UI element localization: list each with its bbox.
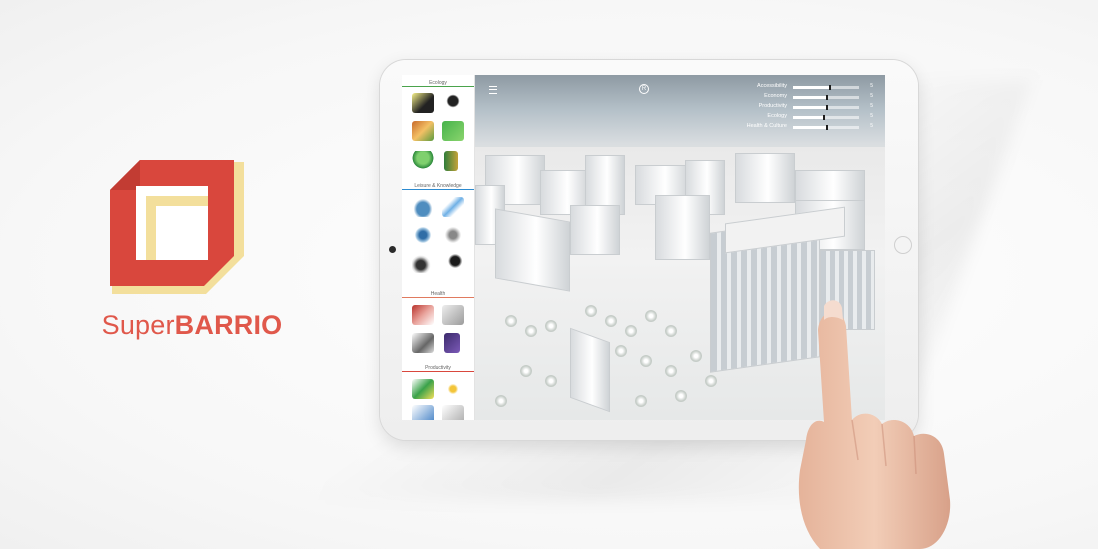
- metric-row: Productivity 5: [725, 103, 875, 112]
- tool-pool-icon[interactable]: [442, 197, 464, 217]
- tool-gym-icon[interactable]: [412, 333, 434, 353]
- building: [570, 327, 610, 413]
- home-button[interactable]: [894, 236, 912, 254]
- building: [655, 195, 710, 260]
- superbarrio-logo-mark: [110, 160, 244, 294]
- tool-green-surface-icon[interactable]: [442, 121, 464, 141]
- metrics-panel: Accessibility 5 Economy 5 Productivity 5 Ecolo…: [725, 83, 875, 133]
- brand-name: SuperBARRIO: [92, 310, 292, 341]
- tool-turbine-icon[interactable]: [412, 405, 434, 420]
- building: [495, 208, 570, 292]
- brand-name-light: Super: [101, 310, 175, 340]
- brand-name-bold: BARRIO: [174, 310, 283, 340]
- metric-slider-thumb[interactable]: [826, 125, 828, 130]
- metric-slider[interactable]: [793, 95, 859, 100]
- tool-bench-icon[interactable]: [442, 305, 464, 325]
- building: [735, 153, 795, 203]
- metric-row: Economy 5: [725, 93, 875, 102]
- tool-network-icon[interactable]: [442, 379, 464, 399]
- metric-row: Accessibility 5: [725, 83, 875, 92]
- camera-icon: [389, 246, 396, 253]
- tool-garden-box-icon[interactable]: [412, 121, 434, 141]
- tool-lamp-icon[interactable]: [442, 93, 464, 113]
- tool-kiosk-icon[interactable]: [412, 253, 434, 273]
- reset-view-icon[interactable]: R: [639, 84, 649, 94]
- tool-green-roof-icon[interactable]: [412, 93, 434, 113]
- metric-label: Accessibility: [757, 83, 787, 89]
- metric-slider-thumb[interactable]: [829, 85, 832, 90]
- metric-slider-thumb[interactable]: [826, 95, 828, 100]
- tool-screen-icon[interactable]: [444, 333, 460, 353]
- metric-slider-thumb[interactable]: [822, 115, 825, 120]
- metric-slider[interactable]: [793, 115, 859, 120]
- building: [570, 205, 620, 255]
- tool-dome-icon[interactable]: [412, 197, 434, 217]
- metric-value: 5: [870, 103, 873, 109]
- metric-label: Economy: [764, 93, 787, 99]
- metric-label: Productivity: [758, 103, 787, 109]
- tool-sculpture-icon[interactable]: [442, 225, 464, 245]
- superbarrio-logo: SuperBARRIO: [92, 150, 282, 350]
- tool-workshop-icon[interactable]: [442, 405, 464, 420]
- metric-value: 5: [870, 113, 873, 119]
- section-label-health: Health: [402, 291, 474, 298]
- metric-value: 5: [870, 93, 873, 99]
- tool-solar-icon[interactable]: [412, 379, 434, 399]
- metric-row: Health & Culture 5: [725, 123, 875, 132]
- metric-label: Ecology: [767, 113, 787, 119]
- section-label-ecology: Ecology: [402, 80, 474, 87]
- section-label-leisure: Leisure & Knowledge: [402, 183, 474, 190]
- tool-sidebar: Ecology Leisure & Knowledge Health Produ…: [402, 75, 475, 420]
- menu-icon[interactable]: [489, 86, 497, 94]
- promo-stage: SuperBARRIO Ecology Leisure & Knowledge: [0, 0, 1098, 549]
- section-label-productivity: Productivity: [402, 365, 474, 372]
- metric-value: 5: [870, 123, 873, 129]
- metric-slider[interactable]: [793, 105, 859, 110]
- tool-telescope-icon[interactable]: [442, 253, 464, 273]
- metric-slider-thumb[interactable]: [826, 105, 828, 110]
- metric-value: 5: [870, 83, 873, 89]
- metric-slider[interactable]: [793, 125, 859, 130]
- tool-clinic-icon[interactable]: [412, 305, 434, 325]
- pointing-hand: [798, 300, 951, 549]
- metric-row: Ecology 5: [725, 113, 875, 122]
- tool-tree-icon[interactable]: [412, 151, 434, 171]
- tool-water-feature-icon[interactable]: [412, 225, 434, 245]
- metric-slider[interactable]: [793, 85, 859, 90]
- tool-green-wall-icon[interactable]: [444, 151, 458, 171]
- metric-label: Health & Culture: [746, 123, 787, 129]
